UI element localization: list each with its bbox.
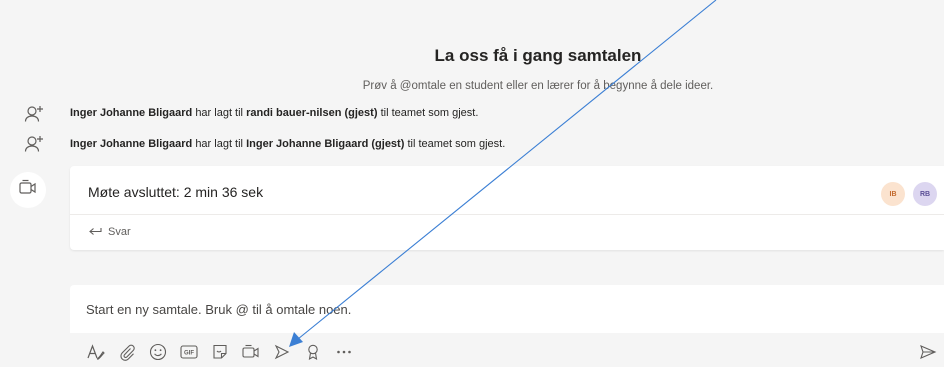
system-target[interactable]: Inger Johanne Bligaard (gjest) (246, 138, 404, 150)
participant-avatar[interactable]: IB (881, 182, 905, 206)
participant-initials: IB (889, 190, 897, 198)
system-message: Inger Johanne Bligaard har lagt til rand… (70, 107, 478, 119)
praise-icon[interactable] (301, 340, 325, 364)
system-verb: har lagt til (195, 107, 244, 119)
system-target[interactable]: randi bauer-nilsen (gjest) (246, 107, 377, 119)
card-divider (70, 214, 944, 215)
meeting-avatar (10, 172, 46, 208)
system-verb: har lagt til (195, 138, 244, 150)
add-person-icon (24, 104, 46, 124)
participant-initials: RB (919, 190, 931, 198)
reply-label: Svar (108, 226, 131, 238)
system-actor[interactable]: Inger Johanne Bligaard (70, 138, 192, 150)
meeting-title: Møte avsluttet: 2 min 36 sek (88, 184, 264, 200)
format-icon[interactable] (84, 340, 108, 364)
compose-box (70, 285, 944, 333)
send-icon[interactable] (916, 340, 940, 364)
conversation-title: La oss få i gang samtalen (434, 46, 642, 65)
participant-avatar[interactable]: RB (913, 182, 937, 206)
emoji-icon[interactable] (146, 340, 170, 364)
reply-button[interactable]: Svar (88, 223, 131, 241)
system-suffix: til teamet som gjest. (407, 138, 506, 150)
video-camera-icon (18, 179, 38, 202)
reply-icon (88, 226, 102, 239)
system-actor[interactable]: Inger Johanne Bligaard (70, 107, 192, 119)
system-message: Inger Johanne Bligaard har lagt til Inge… (70, 138, 505, 150)
compose-toolbar: GIF (84, 340, 356, 364)
stream-icon[interactable] (270, 340, 294, 364)
gif-label: GIF (184, 351, 194, 357)
meet-now-icon[interactable] (239, 340, 263, 364)
sticker-icon[interactable] (208, 340, 232, 364)
conversation-subtitle: Prøv å @omtale en student eller en lærer… (362, 80, 714, 92)
meeting-card[interactable]: Møte avsluttet: 2 min 36 sek IB RB Svar (70, 166, 944, 250)
more-icon[interactable] (332, 340, 356, 364)
system-suffix: til teamet som gjest. (380, 107, 479, 119)
add-person-icon (24, 134, 46, 154)
compose-input[interactable] (70, 285, 944, 333)
attach-icon[interactable] (115, 340, 139, 364)
gif-icon[interactable]: GIF (177, 340, 201, 364)
